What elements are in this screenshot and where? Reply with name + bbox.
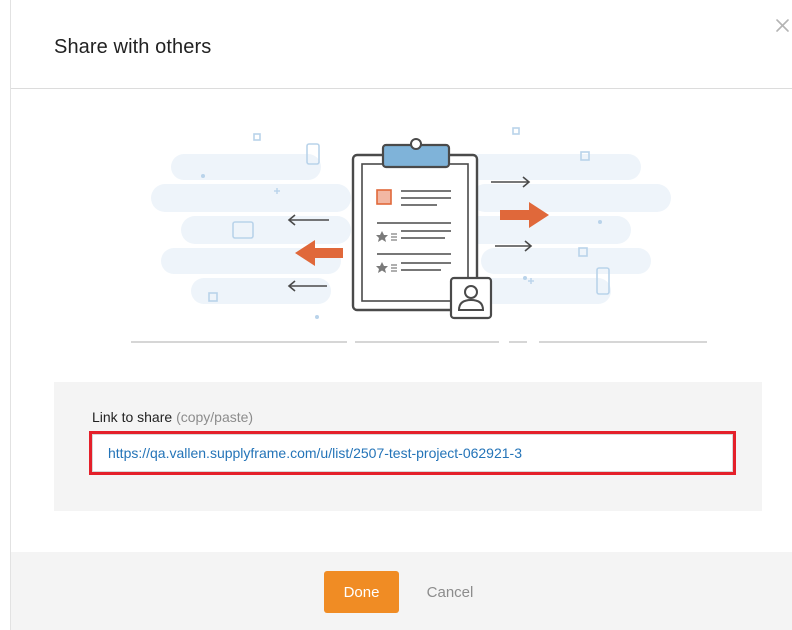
done-button[interactable]: Done xyxy=(324,571,399,613)
clipboard-share-illustration xyxy=(111,118,711,358)
link-label: Link to share (copy/paste) xyxy=(92,409,253,425)
close-icon[interactable] xyxy=(771,14,792,36)
cancel-button[interactable]: Cancel xyxy=(415,571,485,613)
share-link-field[interactable]: https://qa.vallen.supplyframe.com/u/list… xyxy=(89,431,736,475)
link-label-text: Link to share xyxy=(92,409,173,425)
share-link-panel: Link to share (copy/paste) https://qa.va… xyxy=(54,382,762,511)
share-dialog: Share with others Link to share (copy/pa… xyxy=(10,0,792,630)
dialog-header: Share with others xyxy=(11,0,792,89)
share-link-url[interactable]: https://qa.vallen.supplyframe.com/u/list… xyxy=(108,445,522,461)
link-hint: (copy/paste) xyxy=(176,409,254,425)
dialog-title: Share with others xyxy=(54,36,212,58)
user-icon xyxy=(449,276,493,320)
dialog-footer: Done Cancel xyxy=(11,552,792,630)
